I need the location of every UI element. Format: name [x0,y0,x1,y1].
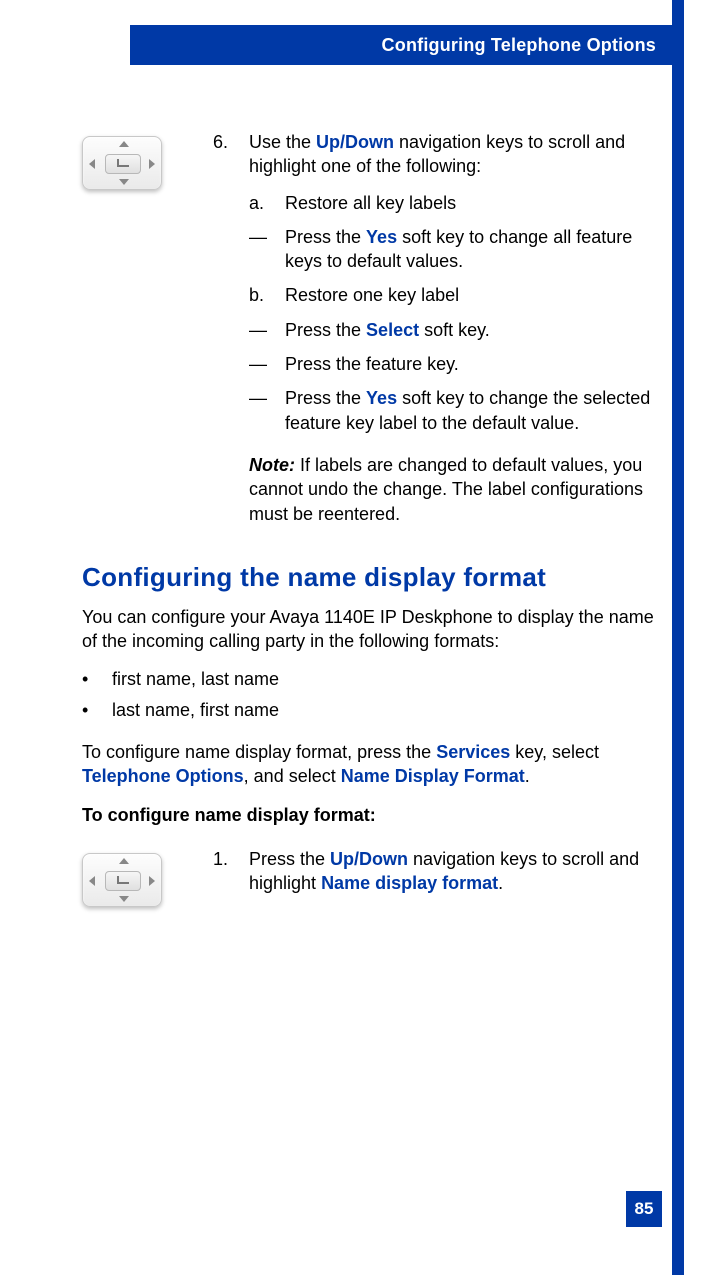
bullet-mark: • [82,698,112,722]
step-6b-sub2: — Press the feature key. [249,352,654,376]
note-label: Note: [249,455,295,475]
name-display-format-highlight: Name display format [321,873,498,893]
dash: — [249,225,285,274]
step-1-number: 1. [213,847,249,896]
nav-left-icon [89,876,95,886]
dash: — [249,352,285,376]
step-6b-sub3: — Press the Yes soft key to change the s… [249,386,654,435]
step-6a-sub1: — Press the Yes soft key to change all f… [249,225,654,274]
navigation-key-icon [82,136,162,190]
step-6: 6. Use the Up/Down navigation keys to sc… [213,130,654,179]
nav-left-icon [89,159,95,169]
bullet-2: • last name, first name [82,698,654,722]
name-display-format-link: Name Display Format [341,766,525,786]
nav-up-icon [119,141,129,147]
step-6a-mark: a. [249,191,285,215]
step-1: 1. Press the Up/Down navigation keys to … [213,847,654,896]
section-p2: To configure name display format, press … [82,740,654,789]
updown-link-2: Up/Down [330,849,408,869]
step-6-text: 6. Use the Up/Down navigation keys to sc… [213,130,654,526]
step-6b-sub3-text: Press the Yes soft key to change the sel… [285,386,654,435]
dash: — [249,386,285,435]
dash: — [249,318,285,342]
bullet-2-text: last name, first name [112,698,279,722]
navigation-key-icon [82,853,162,907]
nav-key-column-2 [82,847,177,908]
telephone-options-link: Telephone Options [82,766,244,786]
step-6b-text: Restore one key label [285,283,459,307]
yes-link-2: Yes [366,388,397,408]
nav-up-icon [119,858,129,864]
step-6a-sub1-text: Press the Yes soft key to change all fea… [285,225,654,274]
step-1-body: Press the Up/Down navigation keys to scr… [249,847,654,896]
step-6-row: 6. Use the Up/Down navigation keys to sc… [82,130,654,526]
nav-enter-icon [105,154,141,174]
yes-link: Yes [366,227,397,247]
step-6-note: Note: If labels are changed to default v… [249,453,654,526]
nav-right-icon [149,876,155,886]
step-1-row: 1. Press the Up/Down navigation keys to … [82,847,654,908]
page-number: 85 [626,1191,662,1227]
page-content: 6. Use the Up/Down navigation keys to sc… [82,130,654,944]
step-6a: a. Restore all key labels [249,191,654,215]
step-6b-sub1-text: Press the Select soft key. [285,318,490,342]
step-6b: b. Restore one key label [249,283,654,307]
nav-right-icon [149,159,155,169]
nav-key-column [82,130,177,526]
nav-down-icon [119,896,129,902]
page-header-title: Configuring Telephone Options [382,35,656,56]
step-6-number: 6. [213,130,249,179]
section-p1: You can configure your Avaya 1140E IP De… [82,605,654,654]
select-link: Select [366,320,419,340]
nav-enter-icon [105,871,141,891]
nav-down-icon [119,179,129,185]
section-heading: Configuring the name display format [82,562,654,593]
bullet-1-text: first name, last name [112,667,279,691]
services-link: Services [436,742,510,762]
step-6b-sub2-text: Press the feature key. [285,352,459,376]
step-6a-text: Restore all key labels [285,191,456,215]
step-6b-mark: b. [249,283,285,307]
updown-link: Up/Down [316,132,394,152]
page-header: Configuring Telephone Options [130,25,684,65]
step-6-body: Use the Up/Down navigation keys to scrol… [249,130,654,179]
step-6b-sub1: — Press the Select soft key. [249,318,654,342]
step-1-text: 1. Press the Up/Down navigation keys to … [213,847,654,908]
bullet-mark: • [82,667,112,691]
bullet-1: • first name, last name [82,667,654,691]
side-stripe [672,0,684,1275]
section-subhead: To configure name display format: [82,803,654,827]
format-list: • first name, last name • last name, fir… [82,667,654,722]
document-page: Configuring Telephone Options 6. Use the… [0,0,714,1275]
